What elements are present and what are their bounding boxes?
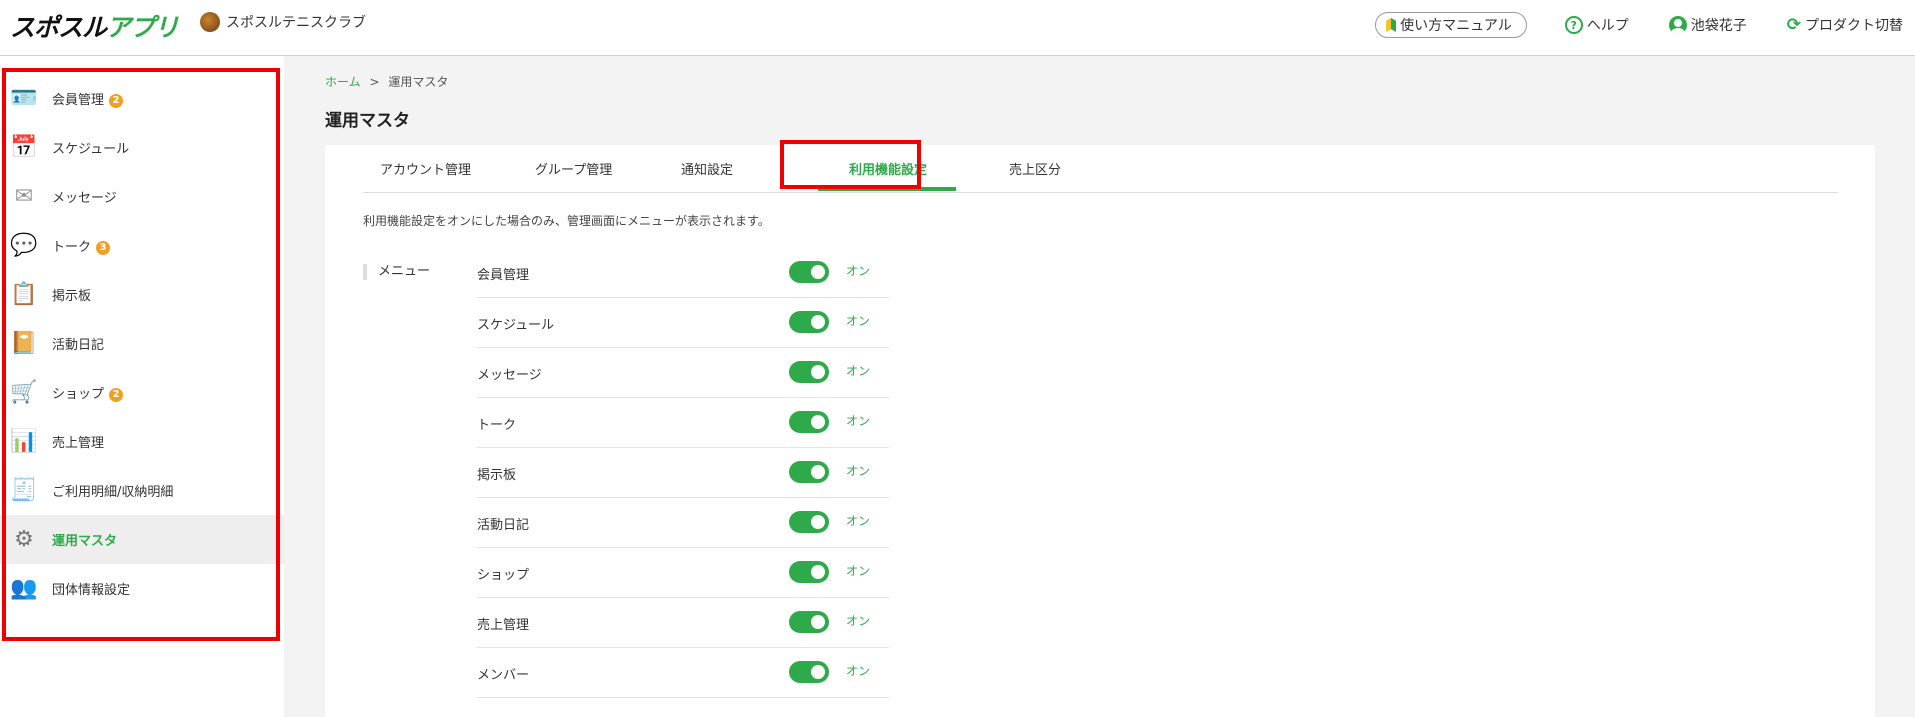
toggle-state-label: オン <box>846 564 871 578</box>
help-icon: ? <box>1564 16 1583 34</box>
diary-icon: 📔 <box>10 330 38 356</box>
feature-toggle[interactable] <box>789 511 829 533</box>
toggle-state-label: オン <box>846 314 871 328</box>
notification-badge: 2 <box>109 388 124 402</box>
feature-row: メッセージ オン <box>477 348 889 398</box>
receipt-icon: 🧾 <box>10 477 38 503</box>
toggle-state-label: オン <box>846 264 871 278</box>
feature-row: 会員管理 オン <box>477 248 889 298</box>
product-switch-link[interactable]: ⟳ プロダクト切替 <box>1787 15 1903 35</box>
feature-toggle[interactable] <box>789 561 829 583</box>
active-tab-indicator <box>818 187 956 191</box>
feature-toggle[interactable] <box>789 461 829 483</box>
organization-label: スポスルテニスクラブ <box>226 15 366 31</box>
page-title: 運用マスタ <box>325 111 410 131</box>
sidebar-menu: 🪪 会員管理 2 📅 スケジュール ✉ メッセージ 💬 トーク 3 📋 掲示板 📔 … <box>0 74 284 613</box>
sidebar-item-member[interactable]: 🪪 会員管理 2 <box>0 74 284 123</box>
beginner-leaf-icon <box>1386 18 1397 32</box>
calendar-icon: 📅 <box>10 134 38 160</box>
tab-notification[interactable]: 通知設定 <box>681 159 733 178</box>
toggle-state-label: オン <box>846 614 871 628</box>
sidebar-item-shop[interactable]: 🛒 ショップ 2 <box>0 368 284 417</box>
breadcrumb-current: 運用マスタ <box>388 75 449 89</box>
sales-icon: 📊 <box>10 428 38 454</box>
app-logo[interactable]: スポスルアプリ <box>10 8 179 44</box>
sidebar: 🪪 会員管理 2 📅 スケジュール ✉ メッセージ 💬 トーク 3 📋 掲示板 📔 … <box>0 56 284 717</box>
feature-row: メンバー オン <box>477 648 889 698</box>
feature-row: トーク オン <box>477 398 889 448</box>
top-header: スポスルアプリ スポスルテニスクラブ 使い方マニュアル ? ヘルプ 池袋花子 ⟳… <box>0 0 1915 56</box>
feature-toggle[interactable] <box>789 611 829 633</box>
sidebar-item-billing[interactable]: 🧾 ご利用明細/収納明細 <box>0 466 284 515</box>
organization-name: スポスルテニスクラブ <box>200 12 366 32</box>
header-nav: 使い方マニュアル ? ヘルプ 池袋花子 ⟳ プロダクト切替 <box>1375 12 1915 38</box>
breadcrumb: ホーム > 運用マスタ <box>325 75 449 89</box>
feature-toggle[interactable] <box>789 311 829 333</box>
toggle-state-label: オン <box>846 364 871 378</box>
bulletin-board-icon: 📋 <box>10 281 38 307</box>
notification-badge: 2 <box>109 94 124 108</box>
menu-section-label: メニュー <box>363 264 430 280</box>
feature-row: ショップ オン <box>477 548 889 598</box>
toggle-state-label: オン <box>846 664 871 678</box>
feature-row: 活動日記 オン <box>477 498 889 548</box>
feature-toggle[interactable] <box>789 411 829 433</box>
user-icon <box>1668 16 1687 34</box>
notification-badge: 3 <box>96 241 111 255</box>
tab-bar: アカウント管理 グループ管理 通知設定 利用機能設定 売上区分 <box>363 145 1838 193</box>
sidebar-item-group-settings[interactable]: 👥 団体情報設定 <box>0 564 284 613</box>
feature-row: スケジュール オン <box>477 298 889 348</box>
manual-button[interactable]: 使い方マニュアル <box>1375 12 1527 38</box>
sidebar-item-sales[interactable]: 📊 売上管理 <box>0 417 284 466</box>
feature-row: 掲示板 オン <box>477 448 889 498</box>
user-menu[interactable]: 池袋花子 <box>1668 15 1747 35</box>
group-settings-icon: 👥 <box>10 575 38 601</box>
feature-toggle[interactable] <box>789 361 829 383</box>
sidebar-item-bulletin[interactable]: 📋 掲示板 <box>0 270 284 319</box>
feature-row: 売上管理 オン <box>477 598 889 648</box>
gear-wrench-icon: ⚙ <box>14 526 34 552</box>
envelope-icon: ✉ <box>14 183 34 209</box>
tab-sales-category[interactable]: 売上区分 <box>1009 159 1061 178</box>
tab-account[interactable]: アカウント管理 <box>380 159 471 178</box>
help-link[interactable]: ? ヘルプ <box>1564 15 1629 35</box>
breadcrumb-home-link[interactable]: ホーム <box>325 75 361 89</box>
tab-group[interactable]: グループ管理 <box>535 159 612 178</box>
chat-bubble-icon: 💬 <box>10 232 38 258</box>
sidebar-item-diary[interactable]: 📔 活動日記 <box>0 319 284 368</box>
menu-feature-list: 会員管理 オン スケジュール オン メッセージ オン トーク オン 掲示板 オン… <box>477 248 889 698</box>
organization-avatar-icon <box>200 12 220 32</box>
toggle-state-label: オン <box>846 514 871 528</box>
feature-toggle[interactable] <box>789 661 829 683</box>
member-card-icon: 🪪 <box>10 85 38 111</box>
feature-settings-description: 利用機能設定をオンにした場合のみ、管理画面にメニューが表示されます。 <box>363 214 770 228</box>
sidebar-item-operation-master[interactable]: ⚙ 運用マスタ <box>0 515 284 564</box>
toggle-state-label: オン <box>846 414 871 428</box>
tab-feature-settings[interactable]: 利用機能設定 <box>849 159 927 178</box>
shopping-cart-icon: 🛒 <box>10 379 38 405</box>
toggle-state-label: オン <box>846 464 871 478</box>
content-panel: アカウント管理 グループ管理 通知設定 利用機能設定 売上区分 利用機能設定をオ… <box>325 145 1875 717</box>
sidebar-item-talk[interactable]: 💬 トーク 3 <box>0 221 284 270</box>
refresh-icon: ⟳ <box>1786 15 1801 35</box>
feature-toggle[interactable] <box>789 261 829 283</box>
sidebar-item-message[interactable]: ✉ メッセージ <box>0 172 284 221</box>
sidebar-item-schedule[interactable]: 📅 スケジュール <box>0 123 284 172</box>
